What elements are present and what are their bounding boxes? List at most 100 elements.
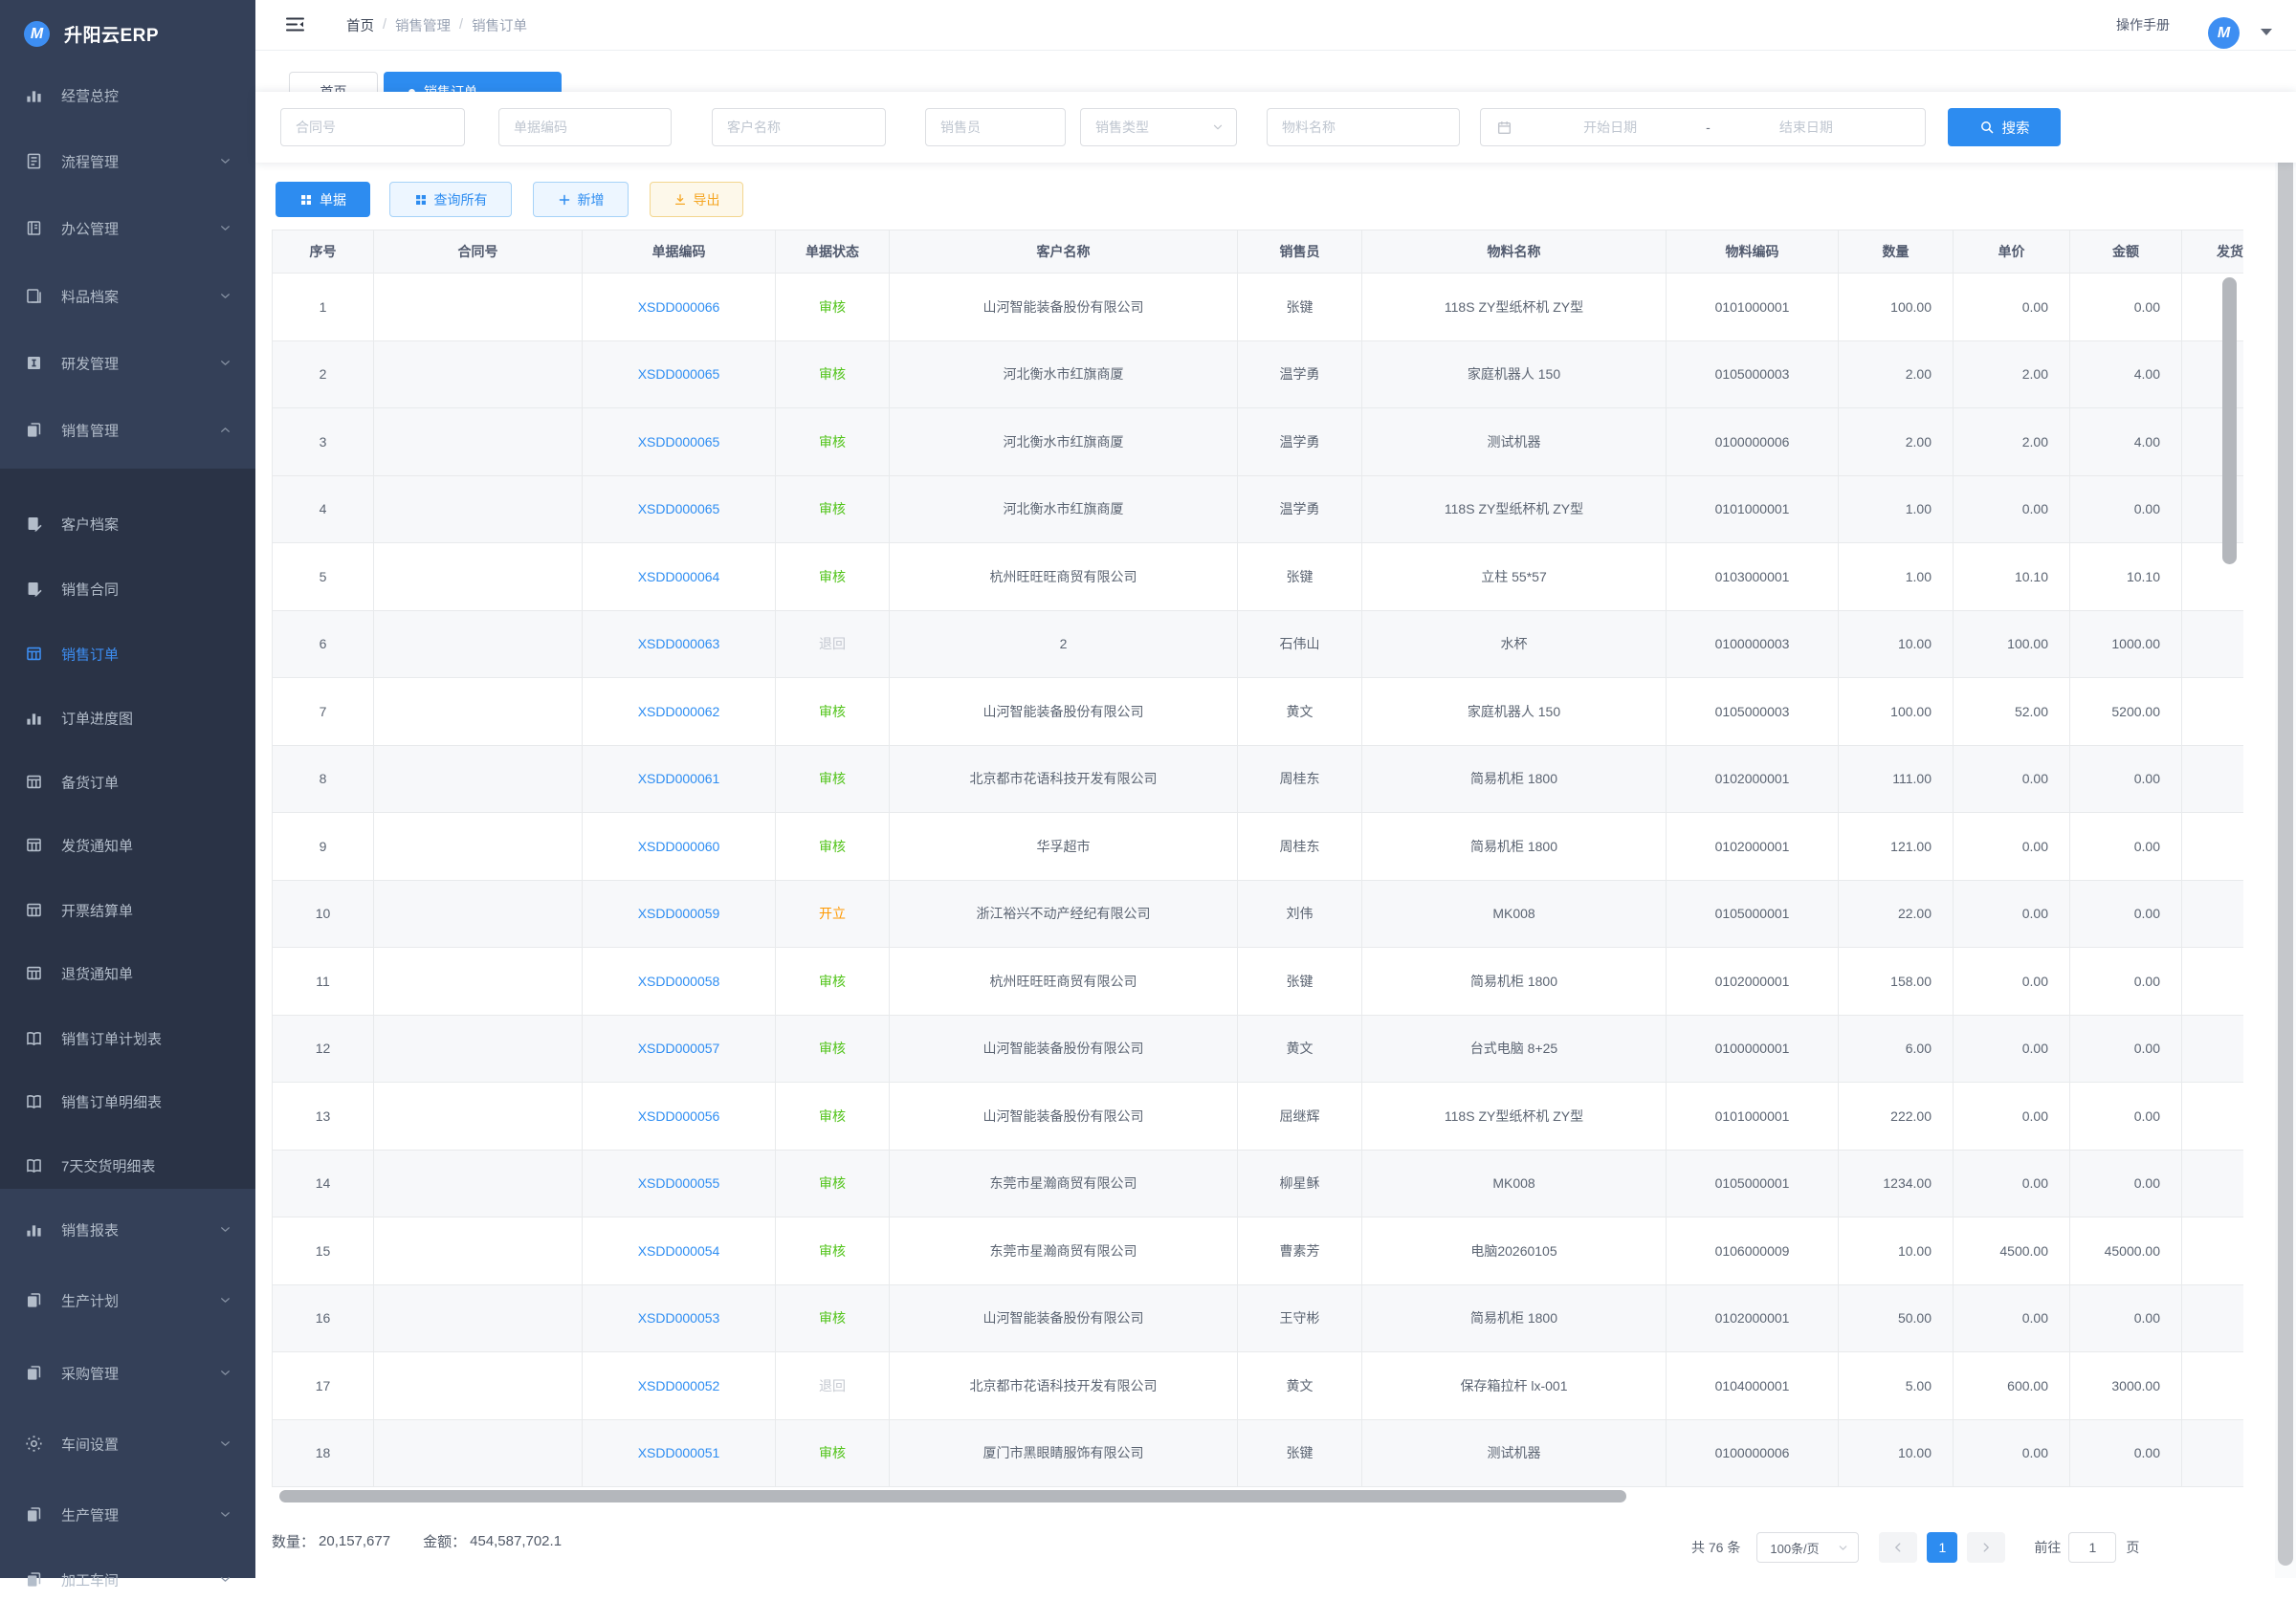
cell-code[interactable]: XSDD000065 [583, 341, 776, 409]
contract-no-input[interactable] [280, 108, 465, 146]
cell-amount: 0.00 [2070, 881, 2182, 949]
sidebar-item-workshop[interactable]: 加工车间 [0, 1559, 255, 1601]
page-scrollbar-thumb[interactable] [2278, 100, 2293, 1566]
cell-no: 11 [272, 948, 374, 1016]
toolbar-button-2[interactable]: 新增 [533, 182, 629, 217]
date-range-picker[interactable]: 开始日期 - 结束日期 [1480, 108, 1926, 146]
sidebar-collapse-icon[interactable] [285, 14, 305, 34]
breadcrumb-item-1[interactable]: 销售管理 [395, 15, 451, 35]
cell-material_code: 0105000001 [1667, 881, 1839, 949]
sidebar-item-label: 发货通知单 [61, 836, 133, 856]
doc-code-input[interactable] [498, 108, 672, 146]
sidebar-item-order-plan[interactable]: 销售订单计划表 [0, 1018, 255, 1060]
sidebar-item-sales-report[interactable]: 销售报表 [0, 1209, 255, 1251]
sidebar-item-rd[interactable]: 研发管理 [0, 342, 255, 384]
salesman-input[interactable] [925, 108, 1066, 146]
cell-amount: 0.00 [2070, 274, 2182, 341]
cell-code[interactable]: XSDD000060 [583, 813, 776, 881]
cell-code[interactable]: XSDD000058 [583, 948, 776, 1016]
toolbar-button-0[interactable]: 单据 [276, 182, 370, 217]
sidebar-item-sales-contract[interactable]: 销售合同 [0, 568, 255, 610]
cell-code[interactable]: XSDD000055 [583, 1151, 776, 1218]
next-page-button[interactable] [1967, 1532, 2005, 1563]
cell-code[interactable]: XSDD000061 [583, 746, 776, 814]
avatar[interactable]: M [2208, 17, 2240, 49]
sidebar-item-customer-archive[interactable]: 客户档案 [0, 503, 255, 545]
cell-status: 审核 [776, 476, 890, 544]
table-grid-icon [25, 773, 43, 791]
cell-no: 17 [272, 1352, 374, 1420]
sidebar-item-sales-order[interactable]: 销售订单 [0, 633, 255, 675]
sidebar-item-label: 料品档案 [61, 287, 119, 307]
col-header-salesman: 销售员 [1238, 230, 1362, 274]
cell-code[interactable]: XSDD000062 [583, 678, 776, 746]
toolbar-button-1[interactable]: 查询所有 [389, 182, 512, 217]
cell-code[interactable]: XSDD000054 [583, 1217, 776, 1285]
prev-page-button[interactable] [1879, 1532, 1917, 1563]
cell-code[interactable]: XSDD000066 [583, 274, 776, 341]
sidebar-item-invoice-settle[interactable]: 开票结算单 [0, 889, 255, 932]
sidebar-item-purchase[interactable]: 采购管理 [0, 1352, 255, 1394]
doc-flow-icon [25, 152, 43, 170]
cell-code[interactable]: XSDD000052 [583, 1352, 776, 1420]
start-date-placeholder: 开始日期 [1518, 118, 1702, 137]
sidebar-item-order-detail[interactable]: 销售订单明细表 [0, 1081, 255, 1123]
sidebar-item-order-progress[interactable]: 订单进度图 [0, 697, 255, 739]
cell-code[interactable]: XSDD000064 [583, 543, 776, 611]
material-input[interactable] [1267, 108, 1460, 146]
cell-price: 0.00 [1954, 1285, 2070, 1353]
sidebar-item-workshop-setup[interactable]: 车间设置 [0, 1423, 255, 1465]
sidebar-item-prod-manage[interactable]: 生产管理 [0, 1494, 255, 1536]
caret-down-icon[interactable] [2261, 29, 2272, 35]
sidebar-item-return-notice[interactable]: 退货通知单 [0, 953, 255, 995]
cell-code[interactable]: XSDD000065 [583, 408, 776, 476]
page-size-select[interactable]: 100条/页 [1756, 1532, 1859, 1563]
cell-material_code: 0105000001 [1667, 1151, 1839, 1218]
sidebar-item-label: 加工车间 [61, 1570, 119, 1590]
cell-customer: 山河智能装备股份有限公司 [890, 1285, 1238, 1353]
cell-extra [2182, 1083, 2243, 1151]
cell-qty: 100.00 [1839, 274, 1954, 341]
cell-amount: 1000.00 [2070, 611, 2182, 679]
sidebar-item-office[interactable]: 办公管理 [0, 208, 255, 250]
manual-link[interactable]: 操作手册 [2116, 15, 2170, 34]
doc-edit-icon [25, 515, 43, 533]
breadcrumb-item-2[interactable]: 销售订单 [472, 15, 527, 35]
table-vertical-scrollbar[interactable] [2222, 277, 2237, 564]
cell-material_code: 0106000009 [1667, 1217, 1839, 1285]
cell-code[interactable]: XSDD000056 [583, 1083, 776, 1151]
sidebar-item-process[interactable]: 流程管理 [0, 141, 255, 183]
cell-code[interactable]: XSDD000065 [583, 476, 776, 544]
cell-extra [2182, 1151, 2243, 1218]
cell-salesman: 张键 [1238, 1420, 1362, 1488]
sidebar-item-delivery-7days[interactable]: 7天交货明细表 [0, 1145, 255, 1187]
sidebar-item-sales[interactable]: 销售管理 [0, 409, 255, 451]
filter-panel: 销售类型 开始日期 - 结束日期 搜索 [255, 92, 2296, 163]
sidebar-item-stock-order[interactable]: 备货订单 [0, 761, 255, 803]
app-logo-icon: M [24, 21, 50, 47]
table-row: 4XSDD000065审核河北衡水市红旗商厦温学勇118S ZY型纸杯机 ZY型… [272, 476, 2243, 544]
cell-price: 0.00 [1954, 746, 2070, 814]
cell-code[interactable]: XSDD000063 [583, 611, 776, 679]
cell-code[interactable]: XSDD000057 [583, 1016, 776, 1084]
sidebar-item-materials[interactable]: 料品档案 [0, 275, 255, 318]
toolbar-button-3[interactable]: 导出 [650, 182, 743, 217]
goto-page-input[interactable] [2068, 1532, 2116, 1563]
cell-code[interactable]: XSDD000053 [583, 1285, 776, 1353]
cell-code[interactable]: XSDD000059 [583, 881, 776, 949]
search-button[interactable]: 搜索 [1948, 108, 2061, 146]
sidebar-item-prod-plan[interactable]: 生产计划 [0, 1280, 255, 1322]
chevron-down-icon [218, 1437, 232, 1451]
cell-amount: 0.00 [2070, 746, 2182, 814]
sidebar-item-dashboard[interactable]: 经营总控 [0, 75, 255, 117]
cell-qty: 5.00 [1839, 1352, 1954, 1420]
current-page[interactable]: 1 [1927, 1532, 1957, 1563]
sale-type-select[interactable]: 销售类型 [1080, 108, 1237, 146]
customer-input[interactable] [712, 108, 886, 146]
table-horizontal-scrollbar[interactable] [279, 1490, 1626, 1502]
sidebar-item-delivery-notice[interactable]: 发货通知单 [0, 824, 255, 866]
grid-icon [414, 193, 428, 207]
breadcrumb-item-0[interactable]: 首页 [346, 15, 374, 35]
cell-material: 测试机器 [1362, 408, 1667, 476]
cell-code[interactable]: XSDD000051 [583, 1420, 776, 1488]
